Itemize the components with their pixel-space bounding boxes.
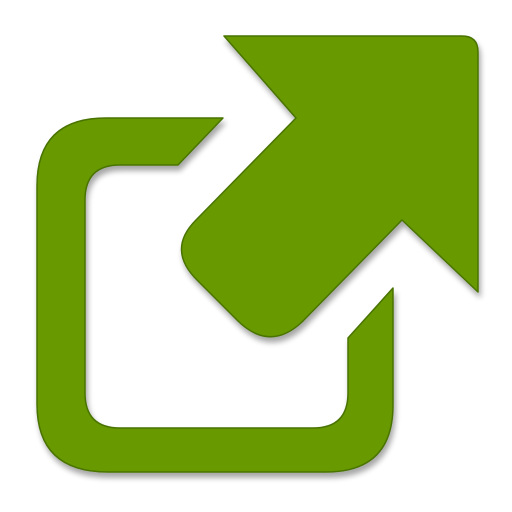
arrow-shape xyxy=(180,35,479,338)
external-link-icon xyxy=(36,35,479,473)
icon-canvas xyxy=(0,0,512,512)
